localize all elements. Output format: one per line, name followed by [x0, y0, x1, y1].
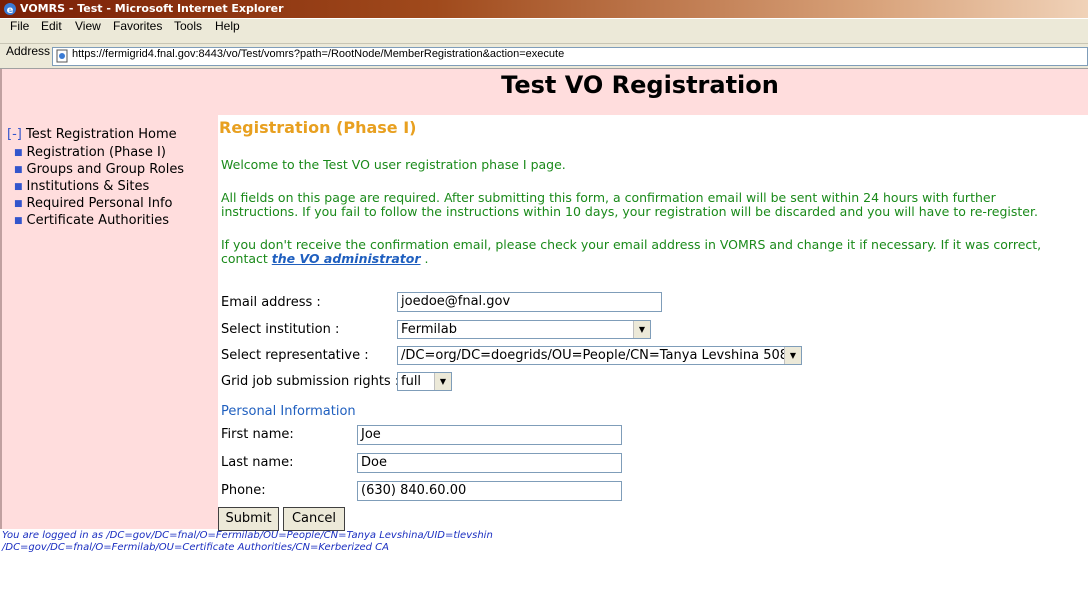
- institution-value: Fermilab: [401, 322, 457, 337]
- grid-rights-value: full: [401, 374, 422, 389]
- menu-view[interactable]: View: [75, 19, 101, 33]
- sidebar-item-label[interactable]: Registration (Phase I): [27, 145, 166, 160]
- personal-info-header: Personal Information: [221, 404, 356, 419]
- chevron-down-icon[interactable]: ▼: [633, 321, 650, 338]
- sidebar-item-label[interactable]: Certificate Authorities: [27, 213, 170, 228]
- address-label: Address: [6, 44, 51, 58]
- menu-bar: File Edit View Favorites Tools Help: [0, 19, 1088, 44]
- menu-favorites[interactable]: Favorites: [113, 19, 162, 33]
- address-input[interactable]: https://fermigrid4.fnal.gov:8443/vo/Test…: [52, 47, 1088, 66]
- sidebar: [-] Test Registration Home ■ Registration…: [0, 115, 218, 529]
- sidebar-item-groups[interactable]: ■ Groups and Group Roles: [14, 162, 184, 177]
- chevron-down-icon[interactable]: ▼: [434, 373, 451, 390]
- cancel-button[interactable]: Cancel: [283, 507, 345, 531]
- grid-rights-label: Grid job submission rights :: [221, 374, 400, 389]
- login-status: You are logged in as /DC=gov/DC=fnal/O=F…: [2, 530, 493, 554]
- representative-value: /DC=org/DC=doegrids/OU=People/CN=Tanya L…: [401, 348, 802, 363]
- chevron-down-icon[interactable]: ▼: [784, 347, 801, 364]
- sidebar-item-label[interactable]: Required Personal Info: [27, 196, 173, 211]
- confirm-prefix: contact: [221, 251, 272, 266]
- sidebar-home-label[interactable]: Test Registration Home: [26, 127, 177, 142]
- menu-help[interactable]: Help: [215, 19, 240, 33]
- submit-button[interactable]: Submit: [218, 507, 279, 531]
- sidebar-item-label[interactable]: Groups and Group Roles: [27, 162, 185, 177]
- menu-edit[interactable]: Edit: [41, 19, 62, 33]
- institution-label: Select institution :: [221, 322, 340, 337]
- representative-label: Select representative :: [221, 348, 369, 363]
- section-title: Registration (Phase I): [219, 118, 417, 137]
- sidebar-home[interactable]: [-] Test Registration Home: [7, 127, 177, 142]
- collapse-toggle[interactable]: [-]: [7, 127, 22, 142]
- first-name-field[interactable]: Joe: [357, 425, 622, 445]
- window-title: VOMRS - Test - Microsoft Internet Explor…: [20, 2, 284, 15]
- vo-admin-link[interactable]: the VO administrator: [272, 251, 421, 266]
- menu-file[interactable]: File: [10, 19, 29, 33]
- confirm-text-line2: contact the VO administrator .: [221, 252, 1076, 266]
- bullet-icon: ■: [14, 199, 23, 209]
- menu-tools[interactable]: Tools: [174, 19, 202, 33]
- login-status-line1: You are logged in as /DC=gov/DC=fnal/O=F…: [2, 530, 493, 541]
- grid-rights-select[interactable]: full ▼: [397, 372, 452, 391]
- bullet-icon: ■: [14, 216, 23, 226]
- phone-label: Phone:: [221, 483, 266, 498]
- required-text-line1: All fields on this page are required. Af…: [221, 190, 996, 205]
- login-status-line2: /DC=gov/DC=fnal/O=Fermilab/OU=Certificat…: [2, 542, 389, 553]
- sidebar-item-registration[interactable]: ■ Registration (Phase I): [14, 145, 166, 160]
- institution-select[interactable]: Fermilab ▼: [397, 320, 651, 339]
- bullet-icon: ■: [14, 182, 23, 192]
- address-bar: Address https://fermigrid4.fnal.gov:8443…: [0, 44, 1088, 69]
- last-name-field[interactable]: Doe: [357, 453, 622, 473]
- page-title: Test VO Registration: [501, 71, 779, 99]
- main-content: Registration (Phase I) Welcome to the Te…: [217, 115, 1088, 529]
- window-title-bar: e VOMRS - Test - Microsoft Internet Expl…: [0, 0, 1088, 18]
- bullet-icon: ■: [14, 148, 23, 158]
- sidebar-item-label[interactable]: Institutions & Sites: [27, 179, 150, 194]
- email-label: Email address :: [221, 295, 321, 310]
- last-name-label: Last name:: [221, 455, 294, 470]
- ie-logo-icon: e: [4, 3, 16, 16]
- representative-select[interactable]: /DC=org/DC=doegrids/OU=People/CN=Tanya L…: [397, 346, 802, 365]
- confirm-suffix: .: [420, 251, 429, 266]
- email-field[interactable]: joedoe@fnal.gov: [397, 292, 662, 312]
- bullet-icon: ■: [14, 165, 23, 175]
- confirm-text-line1: If you don't receive the confirmation em…: [221, 237, 1042, 252]
- first-name-label: First name:: [221, 427, 294, 442]
- sidebar-item-certificate-authorities[interactable]: ■ Certificate Authorities: [14, 213, 169, 228]
- sidebar-item-institutions[interactable]: ■ Institutions & Sites: [14, 179, 149, 194]
- required-text-line2: instructions. If you fail to follow the …: [221, 204, 1038, 219]
- page-header: Test VO Registration: [0, 69, 1088, 115]
- address-url: https://fermigrid4.fnal.gov:8443/vo/Test…: [72, 48, 565, 60]
- page: Test VO Registration [-] Test Registrati…: [0, 69, 1088, 611]
- welcome-text: Welcome to the Test VO user registration…: [221, 157, 566, 172]
- sidebar-item-personal-info[interactable]: ■ Required Personal Info: [14, 196, 173, 211]
- phone-field[interactable]: (630) 840.60.00: [357, 481, 622, 501]
- svg-text:e: e: [7, 5, 14, 16]
- page-icon: [56, 49, 68, 63]
